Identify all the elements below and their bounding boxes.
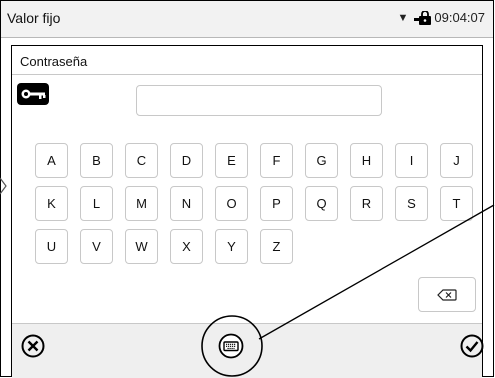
title-divider [12, 74, 482, 75]
confirm-button[interactable] [460, 334, 484, 363]
triangle-down-icon[interactable]: ▼ [398, 12, 409, 24]
keyboard-button[interactable] [218, 333, 244, 364]
key-s[interactable]: S [395, 186, 428, 221]
key-v[interactable]: V [80, 229, 113, 264]
key-u[interactable]: U [35, 229, 68, 264]
key-o[interactable]: O [215, 186, 248, 221]
key-d[interactable]: D [170, 143, 203, 178]
key-g[interactable]: G [305, 143, 338, 178]
key-l[interactable]: L [80, 186, 113, 221]
password-input[interactable] [136, 85, 382, 116]
key-e[interactable]: E [215, 143, 248, 178]
key-t[interactable]: T [440, 186, 473, 221]
password-dialog: Contraseña ABCDEFGHIJ KLMNOPQRST UVWXYZ [11, 45, 484, 378]
cancel-icon [21, 334, 45, 358]
key-a[interactable]: A [35, 143, 68, 178]
key-b[interactable]: B [80, 143, 113, 178]
key-z[interactable]: Z [260, 229, 293, 264]
key-h[interactable]: H [350, 143, 383, 178]
key-f[interactable]: F [260, 143, 293, 178]
status-right: ▼ 09:04:07 [398, 10, 486, 25]
key-j[interactable]: J [440, 143, 473, 178]
clock-time: 09:04:07 [434, 10, 485, 25]
screen-title: Valor fijo [7, 10, 61, 26]
key-n[interactable]: N [170, 186, 203, 221]
key-i[interactable]: I [395, 143, 428, 178]
key-m[interactable]: M [125, 186, 158, 221]
dialog-title: Contraseña [20, 54, 88, 69]
key-k[interactable]: K [35, 186, 68, 221]
key-icon [17, 83, 49, 105]
key-x[interactable]: X [170, 229, 203, 264]
key-y[interactable]: Y [215, 229, 248, 264]
backspace-icon [437, 288, 457, 301]
key-w[interactable]: W [125, 229, 158, 264]
status-bar: Valor fijo ▼ 09:04:07 [1, 1, 493, 38]
bottom-action-bar [12, 323, 482, 378]
keyboard-icon [218, 333, 244, 359]
key-q[interactable]: Q [305, 186, 338, 221]
key-c[interactable]: C [125, 143, 158, 178]
cancel-button[interactable] [21, 334, 45, 363]
key-r[interactable]: R [350, 186, 383, 221]
checkmark-icon [460, 334, 484, 358]
backspace-key[interactable] [418, 277, 476, 312]
lock-icon [414, 10, 432, 25]
key-p[interactable]: P [260, 186, 293, 221]
